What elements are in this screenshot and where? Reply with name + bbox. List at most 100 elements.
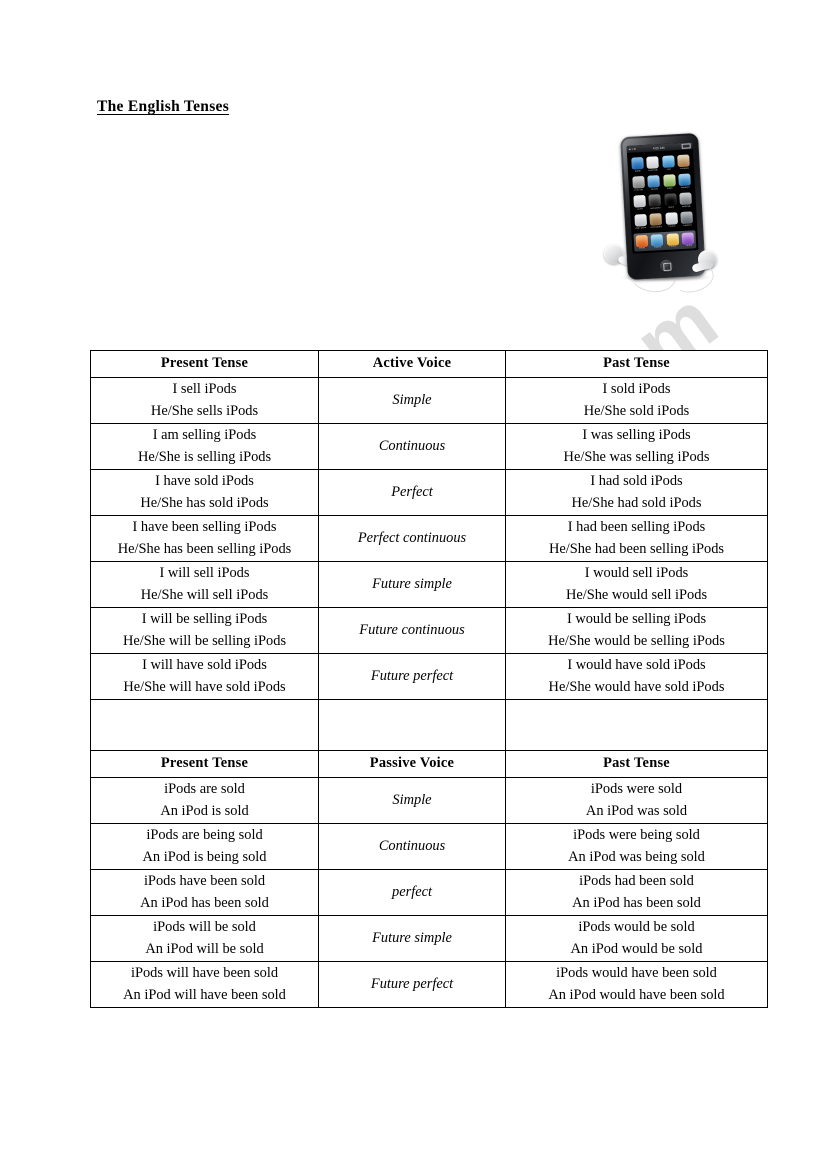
present-tense-cell: iPods will have been sold An iPod will ha… — [90, 961, 319, 1008]
dock-app-icon: Videos — [650, 234, 664, 250]
cell-line: He/She sells iPods — [150, 402, 259, 419]
app-label: Weather — [680, 186, 690, 190]
cell-line: I will sell iPods — [159, 565, 250, 581]
cell-line: He/She sold iPods — [583, 402, 690, 419]
table-row: iPods will have been sold An iPod will ha… — [90, 961, 768, 1008]
app-label: Newsstand — [650, 226, 663, 230]
voice-label-cell: Future simple — [318, 915, 506, 962]
table-row: iPods have been sold An iPod has been sol… — [90, 869, 768, 916]
app-icon: Contacts — [677, 154, 691, 170]
dock-app-glyph — [635, 234, 648, 248]
table-row: I will sell iPods He/She will sell iPods F… — [90, 561, 768, 608]
cell-line: He/She will sell iPods — [140, 586, 269, 603]
app-label: Photos — [668, 225, 676, 229]
app-glyph — [678, 173, 692, 187]
cell-line: I sell iPods — [172, 381, 237, 397]
cell-line: He/She is selling iPods — [137, 448, 272, 465]
voice-label-cell: Continuous — [318, 823, 506, 870]
table-row: iPods are being sold An iPod is being sol… — [90, 823, 768, 870]
app-label: Settings — [681, 205, 691, 209]
present-tense-cell: iPods have been sold An iPod has been sol… — [90, 869, 319, 916]
present-tense-cell: I will have sold iPods He/She will have s… — [90, 653, 319, 700]
app-icon: Calendar — [646, 156, 660, 172]
app-glyph — [677, 154, 691, 168]
app-label: Clock — [636, 208, 643, 211]
cell-line: He/She had been selling iPods — [548, 540, 725, 557]
ipod-screen: 4:05 AM Safari Calendar Mail Contacts YouTub… — [626, 142, 699, 254]
cell-line: An iPod would be sold — [570, 940, 703, 957]
section-separator-cell — [505, 699, 768, 751]
app-glyph — [646, 156, 660, 169]
ipod-status-time: 4:05 AM — [652, 145, 665, 150]
section-separator-row — [90, 699, 768, 751]
cell-line: He/She has been selling iPods — [117, 540, 292, 557]
column-header-left: Present Tense — [90, 750, 319, 778]
app-icon: Newsstand — [649, 213, 663, 229]
app-label: YouTube — [634, 189, 644, 192]
table-row: I sell iPods He/She sells iPods Simple I so… — [90, 377, 768, 424]
past-tense-cell: I would be selling iPods He/She would be … — [505, 607, 768, 654]
app-label: Calculator — [649, 207, 661, 210]
present-tense-cell: I have sold iPods He/She has sold iPods — [90, 469, 319, 516]
cell-line: I will have sold iPods — [142, 657, 267, 673]
cell-line: iPods have been sold — [143, 873, 266, 889]
cell-line: iPods are sold — [164, 781, 245, 797]
dock-app-label: iTunes — [684, 244, 693, 248]
app-icon: App Store — [633, 214, 647, 230]
app-glyph — [648, 194, 662, 207]
cell-line: An iPod is being sold — [142, 848, 267, 865]
app-icon: Clock — [632, 195, 646, 211]
voice-label-cell: Future perfect — [318, 961, 506, 1008]
past-tense-cell: iPods would have been sold An iPod would … — [505, 961, 768, 1008]
worksheet-page: ESLprintables.com The English Tenses 4:0… — [0, 0, 826, 1169]
dock-app-label: Photos — [669, 245, 677, 249]
cell-line: I would be selling iPods — [566, 611, 707, 627]
app-glyph — [632, 176, 645, 189]
past-tense-cell: I would sell iPods He/She would sell iPod… — [505, 561, 768, 608]
table-header-row: Present Tense Active Voice Past Tense — [90, 350, 768, 378]
column-header-left: Present Tense — [90, 350, 319, 378]
signal-icon — [628, 148, 636, 151]
app-icon: Mail — [661, 155, 675, 171]
app-label: Maps — [666, 187, 673, 190]
app-label: Calendar — [648, 169, 659, 172]
app-icon: Calculator — [648, 194, 662, 210]
cell-line: He/She has sold iPods — [140, 494, 269, 511]
table-row: I will be selling iPods He/She will be se… — [90, 607, 768, 654]
cell-line: An iPod was sold — [585, 802, 688, 819]
cell-line: He/She was selling iPods — [563, 448, 710, 465]
table-header-row: Present Tense Passive Voice Past Tense — [90, 750, 768, 778]
cell-line: He/She would be selling iPods — [548, 632, 725, 649]
app-glyph — [649, 213, 663, 227]
app-label: Stocks — [650, 188, 658, 191]
dock-app-glyph — [681, 232, 695, 245]
cell-line: iPods will have been sold — [130, 965, 279, 981]
table-row: iPods are sold An iPod is sold Simple iPods… — [90, 777, 768, 824]
present-tense-cell: I have been selling iPods He/She has been… — [90, 515, 319, 562]
app-icon: Maps — [662, 174, 676, 190]
table-row: I will have sold iPods He/She will have s… — [90, 653, 768, 700]
dock-app-glyph — [666, 233, 679, 246]
voice-label-cell: Future continuous — [318, 607, 506, 654]
voice-label-cell: Perfect — [318, 469, 506, 516]
past-tense-cell: iPods were sold An iPod was sold — [505, 777, 768, 824]
table-row: iPods will be sold An iPod will be sold Fu… — [90, 915, 768, 962]
home-button-icon — [659, 259, 673, 273]
voice-label-cell: Simple — [318, 377, 506, 424]
ipod-dock: Music Videos Photos iTunes — [633, 230, 697, 252]
cell-line: iPods were sold — [590, 781, 683, 797]
present-tense-cell: I am selling iPods He/She is selling iPod… — [90, 423, 319, 470]
past-tense-cell: iPods would be sold An iPod would be sold — [505, 915, 768, 962]
cell-line: An iPod has been sold — [572, 894, 701, 911]
app-glyph — [647, 175, 661, 188]
app-glyph — [630, 157, 644, 170]
cell-line: I would have sold iPods — [567, 657, 706, 673]
table-row: I have been selling iPods He/She has been… — [90, 515, 768, 562]
dock-app-label: Videos — [653, 246, 662, 250]
voice-label-cell: Continuous — [318, 423, 506, 470]
cell-line: I had sold iPods — [590, 473, 683, 489]
app-icon: Settings — [679, 192, 693, 209]
present-tense-cell: iPods are sold An iPod is sold — [90, 777, 319, 824]
cell-line: I had been selling iPods — [567, 519, 706, 535]
app-icon: Notes — [663, 193, 677, 209]
